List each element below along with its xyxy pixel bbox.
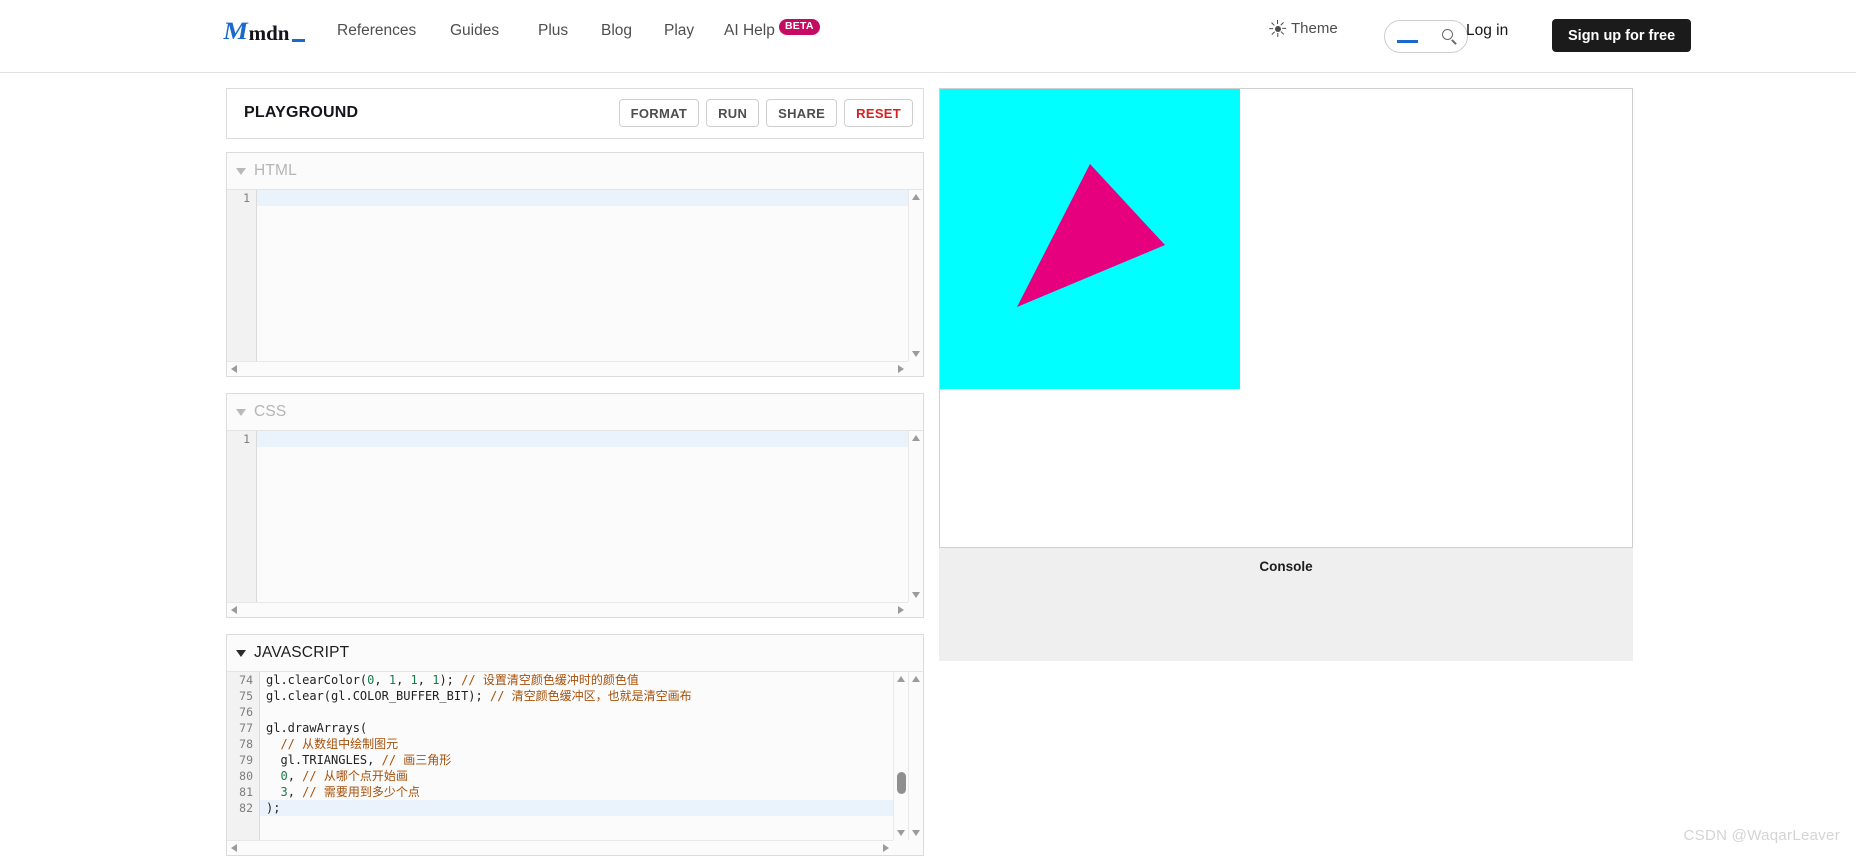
line-number: 82 <box>239 801 253 815</box>
mdn-logo-word: mdn <box>248 20 290 45</box>
code-content-html[interactable] <box>257 190 923 376</box>
scroll-up-arrow-icon[interactable] <box>912 194 920 200</box>
vertical-scrollbar-css[interactable] <box>908 431 923 602</box>
scroll-down-arrow-icon[interactable] <box>897 830 905 836</box>
scroll-up-arrow-icon[interactable] <box>912 435 920 441</box>
nav-item-guides[interactable]: Guides <box>450 22 499 40</box>
nav-item-plus[interactable]: Plus <box>538 22 568 40</box>
preview-pane <box>939 88 1633 548</box>
nav-item-play[interactable]: Play <box>664 22 694 40</box>
line-number-gutter-javascript: 74 75 76 77 78 79 80 81 82 <box>227 672 260 855</box>
vertical-scrollbar-html[interactable] <box>908 190 923 361</box>
panel-header-css[interactable]: CSS <box>227 394 923 430</box>
code-line[interactable]: 3, // 需要用到多少个点 <box>260 784 923 800</box>
scroll-thumb[interactable] <box>897 772 906 794</box>
panel-header-javascript[interactable]: JAVASCRIPT <box>227 635 923 671</box>
code-editor-html[interactable]: 1 <box>227 189 923 376</box>
code-line[interactable]: ); <box>260 800 923 816</box>
code-editor-css[interactable]: 1 <box>227 430 923 617</box>
watermark: CSDN @WaqarLeaver <box>1683 827 1840 844</box>
scroll-right-arrow-icon[interactable] <box>883 844 889 852</box>
beta-badge: BETA <box>779 19 820 35</box>
code-line[interactable] <box>257 431 923 447</box>
search-input[interactable] <box>1384 20 1468 53</box>
line-number: 80 <box>239 769 253 783</box>
console-label: Console <box>1259 559 1313 574</box>
share-button[interactable]: SHARE <box>766 99 838 127</box>
underscore-cursor-icon <box>292 38 306 42</box>
format-button[interactable]: FORMAT <box>618 99 700 127</box>
panel-header-html[interactable]: HTML <box>227 153 923 189</box>
code-line[interactable] <box>260 704 923 720</box>
theme-switcher-button[interactable]: Theme <box>1269 20 1338 37</box>
code-line[interactable] <box>257 190 923 206</box>
code-line[interactable]: // 从数组中绘制图元 <box>260 736 923 752</box>
editor-panel-javascript: JAVASCRIPT 74 75 76 77 78 79 80 81 82 gl.clearCo… <box>226 634 924 856</box>
sun-icon <box>1269 20 1287 37</box>
code-content-css[interactable] <box>257 431 923 617</box>
search-text-caret <box>1397 39 1418 43</box>
scroll-left-arrow-icon[interactable] <box>231 365 237 373</box>
search-icon[interactable] <box>1442 28 1458 45</box>
line-number: 74 <box>239 673 253 687</box>
scroll-left-arrow-icon[interactable] <box>231 844 237 852</box>
reset-button[interactable]: RESET <box>844 99 913 127</box>
triangle-down-icon <box>236 167 246 175</box>
nav-item-references[interactable]: References <box>337 22 416 40</box>
horizontal-scrollbar-javascript[interactable] <box>227 840 893 855</box>
scroll-right-arrow-icon[interactable] <box>898 606 904 614</box>
line-number: 81 <box>239 785 253 799</box>
editor-panel-html: HTML 1 <box>226 152 924 377</box>
panel-label-javascript: JAVASCRIPT <box>254 644 350 661</box>
scroll-up-arrow-icon[interactable] <box>912 676 920 682</box>
vertical-scrollbar-javascript-outer[interactable] <box>908 672 923 840</box>
line-number-gutter-css: 1 <box>227 431 257 617</box>
nav-item-ai-help[interactable]: AI Help <box>724 22 775 40</box>
code-line[interactable]: gl.drawArrays( <box>260 720 923 736</box>
signup-button[interactable]: Sign up for free <box>1552 19 1692 52</box>
console-pane: Console <box>939 548 1633 661</box>
run-button[interactable]: RUN <box>706 99 760 127</box>
site-header: M mdn References Guides Plus Blog Play A… <box>0 0 1856 73</box>
scroll-down-arrow-icon[interactable] <box>912 351 920 357</box>
line-number: 78 <box>239 737 253 751</box>
code-line[interactable]: gl.clearColor(0, 1, 1, 1); // 设置清空颜色缓冲时的… <box>260 672 923 688</box>
mdn-logo[interactable]: M mdn <box>221 18 306 45</box>
playground-toolbar: PLAYGROUND FORMAT RUN SHARE RESET <box>226 88 924 139</box>
scroll-down-arrow-icon[interactable] <box>912 592 920 598</box>
scroll-up-arrow-icon[interactable] <box>897 676 905 682</box>
horizontal-scrollbar-css[interactable] <box>227 602 908 617</box>
code-line[interactable]: gl.clear(gl.COLOR_BUFFER_BIT); // 清空颜色缓冲… <box>260 688 923 704</box>
line-number: 76 <box>239 705 253 719</box>
scroll-left-arrow-icon[interactable] <box>231 606 237 614</box>
login-link[interactable]: Log in <box>1466 22 1508 40</box>
triangle-down-icon <box>236 649 246 657</box>
theme-switcher-label: Theme <box>1291 20 1338 37</box>
code-content-javascript[interactable]: gl.clearColor(0, 1, 1, 1); // 设置清空颜色缓冲时的… <box>260 672 923 855</box>
vertical-scrollbar-javascript-inner[interactable] <box>893 672 908 840</box>
playground-actions: FORMAT RUN SHARE RESET <box>618 99 913 127</box>
line-number: 79 <box>239 753 253 767</box>
line-number-gutter-html: 1 <box>227 190 257 376</box>
mdn-logo-mark: M <box>221 18 249 45</box>
line-number: 1 <box>243 191 250 205</box>
header-inner: M mdn References Guides Plus Blog Play A… <box>0 0 1856 72</box>
scroll-right-arrow-icon[interactable] <box>898 365 904 373</box>
panel-label-css: CSS <box>254 403 287 420</box>
triangle-down-icon <box>236 408 246 416</box>
webgl-canvas-output <box>940 89 1240 389</box>
scroll-down-arrow-icon[interactable] <box>912 830 920 836</box>
editor-panel-css: CSS 1 <box>226 393 924 618</box>
code-line[interactable]: 0, // 从哪个点开始画 <box>260 768 923 784</box>
panel-label-html: HTML <box>254 162 297 179</box>
horizontal-scrollbar-html[interactable] <box>227 361 908 376</box>
line-number: 77 <box>239 721 253 735</box>
code-line[interactable]: gl.TRIANGLES, // 画三角形 <box>260 752 923 768</box>
playground-title: PLAYGROUND <box>244 104 359 121</box>
line-number: 75 <box>239 689 253 703</box>
line-number: 1 <box>243 432 250 446</box>
code-editor-javascript[interactable]: 74 75 76 77 78 79 80 81 82 gl.clearColor(0, 1, 1… <box>227 671 923 855</box>
nav-item-blog[interactable]: Blog <box>601 22 632 40</box>
